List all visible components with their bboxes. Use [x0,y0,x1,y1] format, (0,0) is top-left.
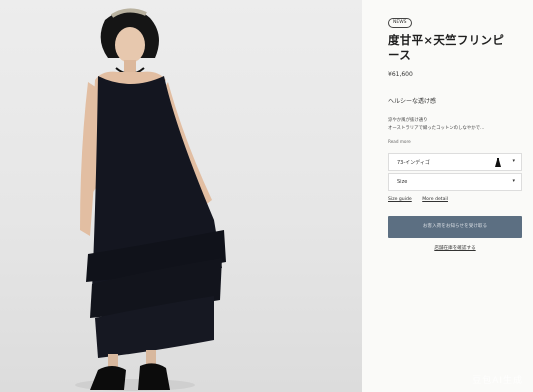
product-title: 度甘平×天竺フリンピース [388,33,505,62]
watermark: 豆包AI生成 [472,376,523,386]
size-select[interactable]: Size ▾ [388,173,522,191]
chevron-down-icon: ▾ [512,178,515,184]
description-line: 涼やか風が抜け通り [388,118,428,123]
description-line: オーストラリアで織ったコットンのしなやかで… [388,126,485,131]
product-info-panel: NEWS 度甘平×天竺フリンピース ¥61,600 ヘルシーな透け感 涼やか風が… [362,0,533,392]
color-select-value: 73-インディゴ [397,160,430,166]
size-guide-link[interactable]: Size guide [388,197,412,202]
model-illustration [75,8,226,391]
product-description: 涼やか風が抜け通り オーストラリアで織ったコットンのしなやかで… [388,117,523,133]
guide-links: Size guide More detail [388,197,523,202]
dress-icon [495,158,501,167]
restock-notify-button[interactable]: お客入荷をお知らせを受け取る [388,216,522,238]
size-select-value: Size [397,179,408,185]
product-photo [0,0,362,392]
product-catchcopy: ヘルシーな透け感 [388,98,437,105]
more-detail-link[interactable]: More detail [422,197,448,202]
product-price: ¥61,600 [388,71,413,78]
news-badge: NEWS [388,18,412,28]
chevron-down-icon: ▾ [512,158,515,164]
color-select[interactable]: 73-インディゴ ▾ [388,153,522,171]
read-more-link[interactable]: Read more [388,139,523,144]
store-stock-link[interactable]: 店舗在庫を確認する [388,245,522,251]
